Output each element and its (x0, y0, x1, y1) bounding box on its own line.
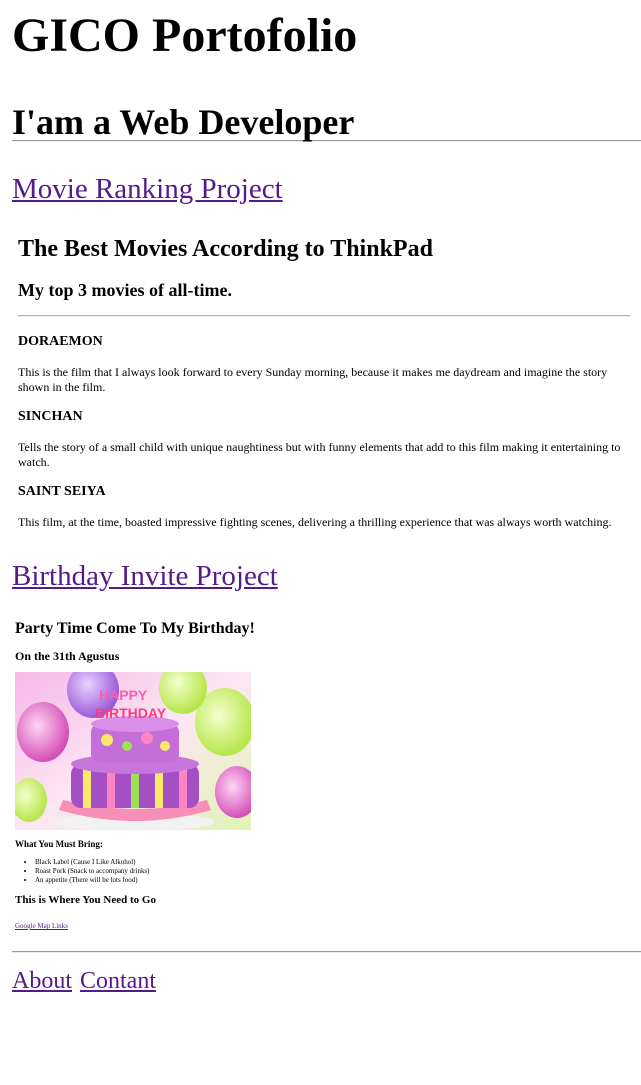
site-title: GICO Portofolio (12, 9, 358, 62)
movie-title: DORAEMON (18, 334, 103, 349)
google-map-link[interactable]: Google Map Links (15, 922, 68, 930)
where-heading: This is Where You Need to Go (15, 894, 156, 906)
svg-text:HAPPY: HAPPY (99, 687, 148, 703)
movie-description: This film, at the time, boasted impressi… (18, 515, 612, 529)
movie-page-subtitle: My top 3 movies of all-time. (18, 280, 232, 300)
birthday-invite-frame: Party Time Come To My Birthday! On the 3… (12, 621, 629, 932)
movie-project-link[interactable]: Movie Ranking Project (12, 173, 283, 205)
bring-list-item: Roast Pork (Snack to accompany drinks) (35, 867, 629, 876)
invite-date: On the 31th Agustus (15, 649, 120, 663)
birthday-cake-image: HAPPY BIRTHDAY (15, 672, 251, 830)
portfolio-page: GICO Portofolio I'am a Web Developer Mov… (0, 0, 641, 993)
invite-title: Party Time Come To My Birthday! (15, 620, 255, 637)
footer-divider (12, 951, 641, 953)
movie-title: SAINT SEIYA (18, 484, 106, 499)
contact-link[interactable]: Contant (80, 968, 156, 994)
movie-description: This is the film that I always look forw… (18, 365, 608, 394)
movie-page-divider (18, 315, 630, 317)
bring-list-item: Black Label (Cause I Like Alkohol) (35, 858, 629, 867)
birthday-project-heading: Birthday Invite Project (12, 562, 641, 591)
birthday-project-link[interactable]: Birthday Invite Project (12, 560, 278, 592)
movie-title: SINCHAN (18, 409, 83, 424)
about-link[interactable]: About (12, 968, 72, 994)
bring-list: Black Label (Cause I Like Alkohol) Roast… (15, 858, 629, 885)
site-subtitle: I'am a Web Developer (12, 102, 355, 142)
movie-page-title: The Best Movies According to ThinkPad (18, 236, 433, 262)
svg-text:BIRTHDAY: BIRTHDAY (95, 705, 167, 721)
movie-project-heading: Movie Ranking Project (12, 175, 641, 204)
bring-list-item: An appetite (There will be lots food) (35, 876, 629, 885)
footer-nav: About Contant (12, 969, 641, 993)
bring-heading: What You Must Bring: (15, 839, 103, 849)
movie-ranking-frame: The Best Movies According to ThinkPad My… (12, 237, 630, 530)
movie-description: Tells the story of a small child with un… (18, 440, 621, 469)
map-link-container: Google Map Links (15, 916, 629, 932)
